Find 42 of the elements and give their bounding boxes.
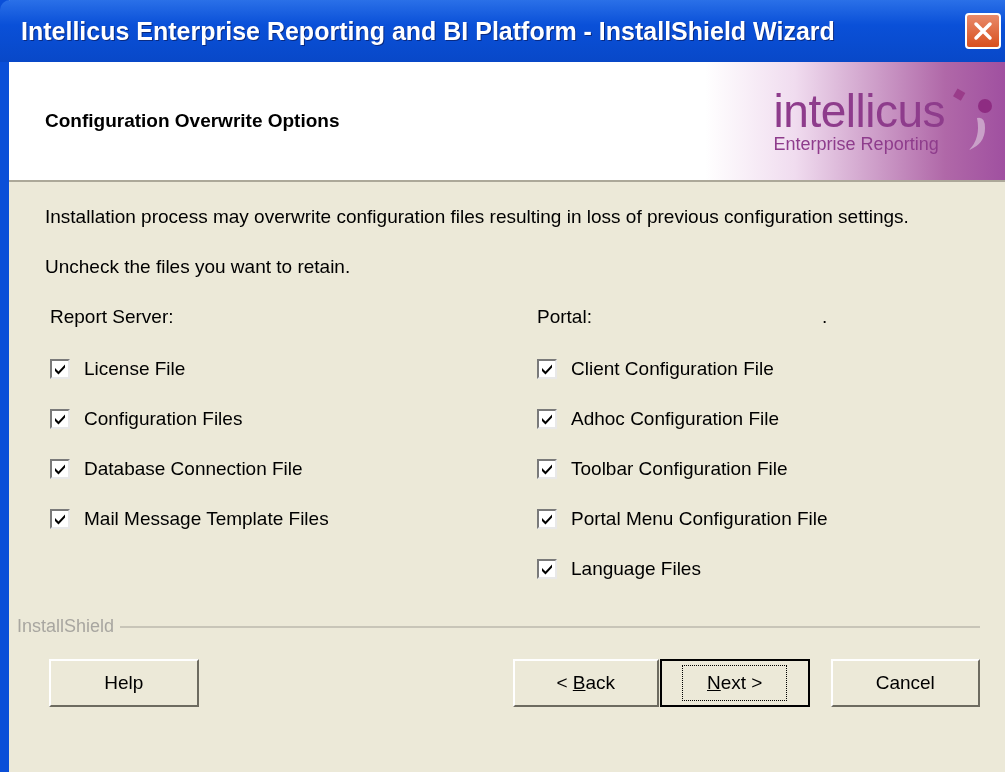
checkbox[interactable] <box>50 359 70 379</box>
check-icon <box>540 562 554 576</box>
checkbox[interactable] <box>537 459 557 479</box>
check-icon <box>540 462 554 476</box>
close-icon <box>972 20 994 42</box>
check-icon <box>540 362 554 376</box>
close-button[interactable] <box>965 13 1001 49</box>
checkbox-label[interactable]: Portal Menu Configuration File <box>571 508 828 530</box>
installshield-label: InstallShield <box>17 616 115 637</box>
wizard-button[interactable]: Cancel <box>830 659 980 707</box>
instruction-text: Uncheck the files you want to retain. <box>45 256 352 278</box>
dot-mark: . <box>821 306 828 329</box>
checkbox-label[interactable]: Language Files <box>571 558 701 580</box>
checkbox[interactable] <box>50 459 70 479</box>
logo-tagline: Enterprise Reporting <box>773 133 939 155</box>
check-icon <box>53 362 67 376</box>
checkbox-label[interactable]: Adhoc Configuration File <box>571 408 780 430</box>
checkbox[interactable] <box>537 359 557 379</box>
wizard-button[interactable]: < Back <box>512 659 659 707</box>
checkbox[interactable] <box>537 559 557 579</box>
check-icon <box>53 512 67 526</box>
check-icon <box>540 512 554 526</box>
checkbox[interactable] <box>50 409 70 429</box>
checkbox-label[interactable]: Configuration Files <box>84 408 243 430</box>
description-text: Installation process may overwrite configuration files resulting in loss of previous configuration settings. <box>45 205 910 229</box>
page-heading: Configuration Overwrite Options <box>45 110 340 132</box>
check-icon <box>53 412 67 426</box>
check-icon <box>53 462 67 476</box>
group-label: Report Server: <box>50 306 174 329</box>
checkbox-label[interactable]: License File <box>84 358 186 380</box>
checkbox[interactable] <box>537 409 557 429</box>
wizard-button[interactable]: Next > <box>660 659 810 707</box>
check-icon <box>540 412 554 426</box>
checkbox-label[interactable]: Database Connection File <box>84 458 303 480</box>
checkbox[interactable] <box>537 509 557 529</box>
group-label: Portal: <box>537 306 592 329</box>
checkbox-label[interactable]: Mail Message Template Files <box>84 508 329 530</box>
checkbox[interactable] <box>50 509 70 529</box>
wizard-button[interactable]: Help <box>49 659 199 707</box>
checkbox-label[interactable]: Client Configuration File <box>571 358 774 380</box>
window-title: Intellicus Enterprise Reporting and BI Platform - InstallShield Wizard <box>21 16 835 46</box>
checkbox-label[interactable]: Toolbar Configuration File <box>571 458 788 480</box>
